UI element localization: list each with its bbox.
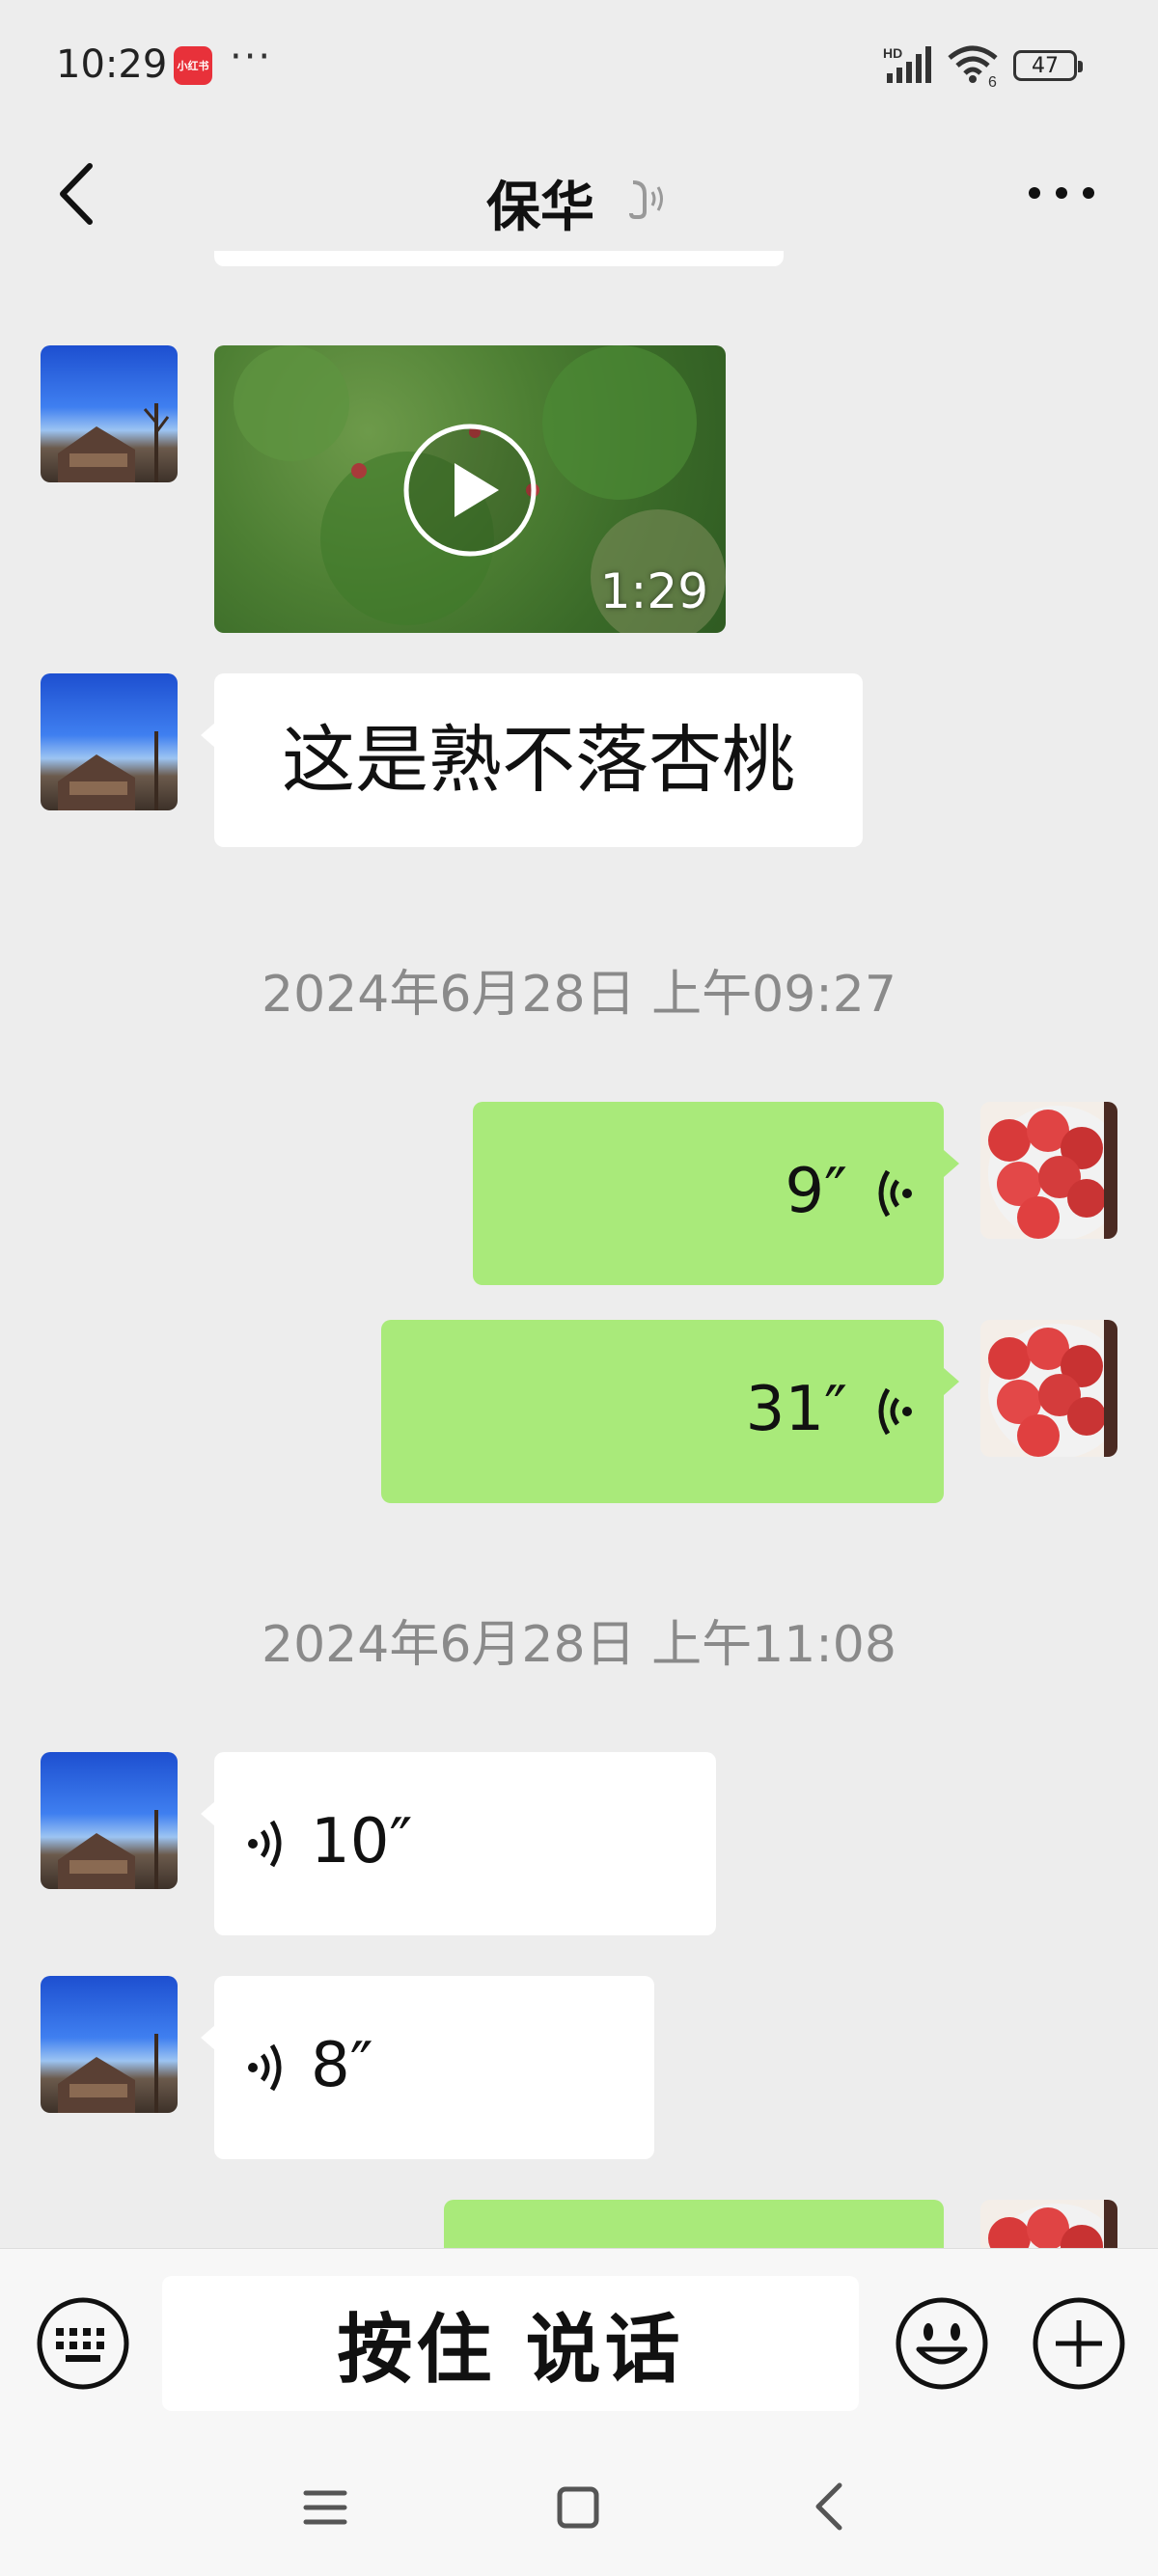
voice-wave-icon <box>248 2043 282 2092</box>
plus-icon <box>1033 2297 1125 2390</box>
play-icon <box>403 424 537 557</box>
voice-wave-icon <box>878 1169 912 1218</box>
message-timestamp: 2024年6月28日 上午11:08 <box>262 1616 896 1674</box>
triangle-back-icon <box>815 2482 842 2531</box>
system-navigation-bar <box>0 2441 1158 2576</box>
my-avatar[interactable] <box>980 2200 1117 2248</box>
my-avatar[interactable] <box>980 1102 1117 1239</box>
incoming-voice-message[interactable]: 8″ <box>201 1976 654 2159</box>
wifi-icon: 6 <box>946 42 1004 93</box>
message-timestamp: 2024年6月28日 上午09:27 <box>262 966 896 1024</box>
chat-header: 保华 <box>0 135 1158 251</box>
menu-icon <box>303 2490 347 2525</box>
keyboard-icon <box>37 2297 129 2390</box>
smiley-icon <box>896 2297 988 2390</box>
hd-label: HD <box>883 45 902 61</box>
keyboard-toggle-button[interactable] <box>35 2295 131 2396</box>
system-back-button[interactable] <box>811 2480 849 2537</box>
square-icon <box>557 2486 599 2529</box>
status-time: 10:29 <box>56 42 168 87</box>
hold-to-talk-button[interactable]: 按住 说话 <box>162 2276 859 2411</box>
video-duration: 1:29 <box>599 563 708 619</box>
video-message[interactable]: 1:29 <box>214 345 726 633</box>
chat-title: 保华 <box>486 177 594 239</box>
contact-avatar[interactable] <box>41 1752 178 1889</box>
outgoing-message-partial[interactable] <box>444 2200 944 2248</box>
input-bar: 按住 说话 <box>0 2248 1158 2441</box>
more-options-button[interactable] <box>1023 164 1100 222</box>
chat-title-container: 保华 <box>0 164 1081 242</box>
contact-avatar[interactable] <box>41 1976 178 2113</box>
incoming-voice-message[interactable]: 10″ <box>201 1752 716 1935</box>
wifi-badge: 6 <box>988 74 997 89</box>
message-text: 这是熟不落杏桃 <box>282 717 795 803</box>
voice-wave-icon <box>248 1820 282 1868</box>
previous-message-bubble[interactable] <box>214 251 784 266</box>
my-avatar[interactable] <box>980 1320 1117 1457</box>
message-list[interactable]: 1:29 这是熟不落杏桃 2024年6月28日 上午09:27 9″ 31″ 2… <box>0 251 1158 2248</box>
home-button[interactable] <box>554 2483 602 2535</box>
battery-indicator: 47 <box>1013 50 1083 81</box>
outgoing-voice-message[interactable]: 9″ <box>473 1102 959 1285</box>
text-message-bubble[interactable]: 这是熟不落杏桃 <box>201 673 863 847</box>
voice-duration: 9″ <box>785 1156 847 1227</box>
more-functions-button[interactable] <box>1031 2295 1127 2396</box>
more-notifications-icon: ··· <box>230 35 273 79</box>
earpiece-mode-icon <box>623 174 672 236</box>
signal-icon: HD <box>883 44 937 91</box>
contact-avatar[interactable] <box>41 345 178 482</box>
emoji-button[interactable] <box>894 2295 990 2396</box>
outgoing-voice-message[interactable]: 31″ <box>381 1320 959 1503</box>
ellipsis-icon <box>1029 187 1094 199</box>
recent-apps-button[interactable] <box>301 2483 349 2535</box>
voice-wave-icon <box>878 1387 912 1436</box>
xiaohongshu-notification-icon: 小红书 <box>174 46 212 85</box>
voice-duration: 10″ <box>311 1806 413 1877</box>
voice-duration: 8″ <box>311 2030 373 2101</box>
voice-duration: 31″ <box>745 1374 847 1445</box>
status-bar: 10:29 小红书 ··· HD 6 47 <box>0 0 1158 125</box>
contact-avatar[interactable] <box>41 673 178 810</box>
